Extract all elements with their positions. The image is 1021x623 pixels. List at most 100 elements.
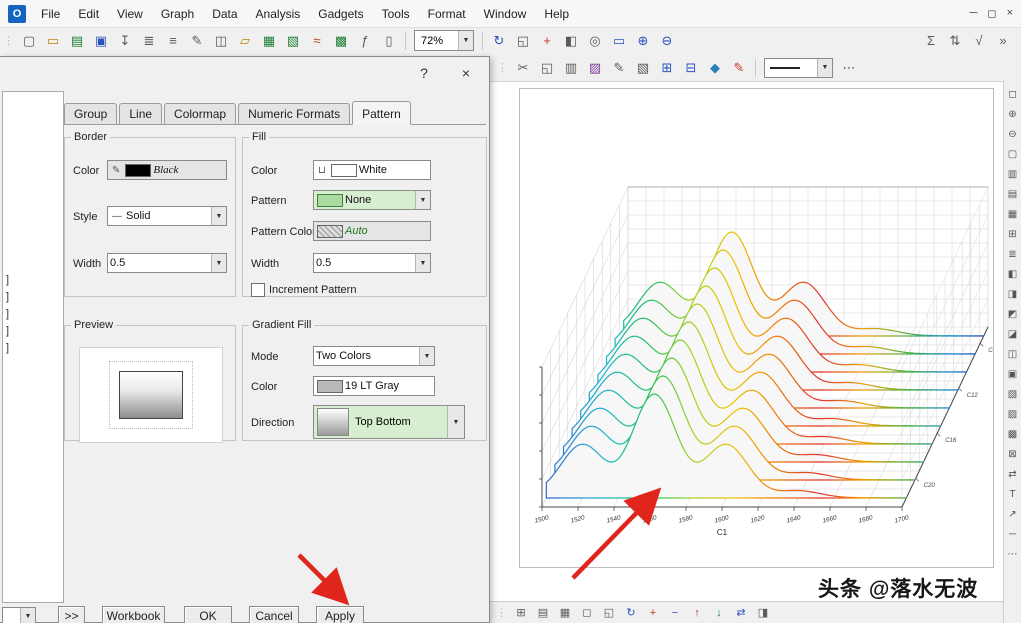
line-style-combo[interactable]: ▼ — [764, 57, 833, 78]
graph-page[interactable]: 1500 1520 1540 1560 1580 1600 1620 1640 1660 1680… — [519, 88, 994, 568]
fit-page-icon[interactable]: ◻ — [1004, 85, 1021, 103]
plot-type-combo[interactable]: ▼ — [2, 607, 36, 623]
sort-icon[interactable]: ⇅ — [944, 30, 966, 52]
tab-group[interactable]: Group — [64, 103, 118, 124]
new-layer-right-y-icon[interactable]: ◪ — [1004, 325, 1021, 343]
border-width-combo[interactable]: 0.5 ▼ — [107, 253, 227, 273]
fill-width-combo[interactable]: 0.5 ▼ — [313, 253, 431, 273]
new-function-icon[interactable]: ƒ — [354, 30, 376, 52]
menu-format[interactable]: Format — [419, 3, 475, 25]
layer-contents-icon[interactable]: ▤ — [533, 603, 553, 623]
gradient-mode-combo[interactable]: Two Colors ▼ — [313, 346, 435, 366]
reconstruct-legend-icon[interactable]: ▦ — [1004, 205, 1021, 223]
chevron-down-icon[interactable]: ▼ — [211, 254, 226, 272]
menu-window[interactable]: Window — [475, 3, 536, 25]
fill-pattern-combo[interactable]: None ▼ — [313, 190, 431, 210]
add-plot-icon[interactable]: + — [643, 603, 663, 623]
gradient-direction-combo[interactable]: Top Bottom ▼ — [313, 405, 465, 439]
zoom-level-combo[interactable]: 72% ▼ — [414, 30, 474, 51]
new-project-icon[interactable]: ▢ — [18, 30, 40, 52]
waterfall-chart[interactable]: 1500 1520 1540 1560 1580 1600 1620 1640 1660 1680… — [520, 89, 993, 567]
new-workbook-icon[interactable]: ▦ — [258, 30, 280, 52]
chevron-down-icon[interactable]: ▼ — [447, 406, 464, 438]
cut-icon[interactable]: ✂ — [512, 57, 534, 79]
chevron-down-icon[interactable]: ▼ — [817, 58, 832, 77]
menu-graph[interactable]: Graph — [152, 3, 203, 25]
pointer-tool-icon[interactable]: ◎ — [584, 30, 606, 52]
zoom-in-page-icon[interactable]: ⊕ — [1004, 105, 1021, 123]
menu-tools[interactable]: Tools — [373, 3, 419, 25]
date-time-stamp-icon[interactable]: ≣ — [1004, 245, 1021, 263]
add-color-scale-icon[interactable]: ▥ — [1004, 165, 1021, 183]
new-folder-icon[interactable]: ▱ — [234, 30, 256, 52]
group-icon[interactable]: ⊞ — [656, 57, 678, 79]
merge-graphs-icon[interactable]: ▩ — [1004, 425, 1021, 443]
copy-format-icon[interactable]: ✎ — [608, 57, 630, 79]
fill-color-combo[interactable]: ⊔ White — [313, 160, 431, 180]
new-matrix-icon[interactable]: ▩ — [330, 30, 352, 52]
tree-item[interactable]: ] — [6, 342, 9, 354]
import-ascii-icon[interactable]: ≣ — [138, 30, 160, 52]
new-layer-left-y-icon[interactable]: ◨ — [1004, 285, 1021, 303]
statistics-icon[interactable]: √ — [968, 30, 990, 52]
dialog-help-button[interactable]: ? — [413, 63, 435, 83]
chevron-down-icon[interactable]: ▼ — [211, 207, 226, 225]
apply-button[interactable]: Apply — [316, 606, 364, 623]
border-style-combo[interactable]: — Solid ▼ — [107, 206, 227, 226]
paste-format-icon[interactable]: ▧ — [632, 57, 654, 79]
menu-data[interactable]: Data — [203, 3, 246, 25]
save-project-icon[interactable]: ▣ — [90, 30, 112, 52]
region-select-icon[interactable]: ▭ — [608, 30, 630, 52]
chevron-down-icon[interactable]: ▼ — [415, 191, 430, 209]
add-inset-icon[interactable]: ◫ — [1004, 345, 1021, 363]
new-legend-icon[interactable]: ▤ — [1004, 185, 1021, 203]
arrow-tool-icon[interactable]: ↗ — [1004, 505, 1021, 523]
new-graph-icon[interactable]: ≈ — [306, 30, 328, 52]
copy-icon[interactable]: ◱ — [536, 57, 558, 79]
tab-pattern[interactable]: Pattern — [352, 101, 411, 125]
ok-button[interactable]: OK — [184, 606, 232, 623]
toolbar-grip[interactable]: ⋮ — [497, 61, 508, 74]
border-color-combo[interactable]: ✎ Black — [107, 160, 227, 180]
new-layer-icon[interactable]: ⊞ — [511, 603, 531, 623]
toolbar-grip[interactable]: ⋮ — [496, 606, 507, 619]
menu-file[interactable]: File — [32, 3, 69, 25]
expand-button[interactable]: >> — [58, 606, 85, 623]
zoom-out-page-icon[interactable]: ⊖ — [1004, 125, 1021, 143]
gradient-color-combo[interactable]: 19 LT Gray — [313, 376, 435, 396]
dialog-close-button[interactable]: × — [455, 63, 477, 83]
theme-gallery-icon[interactable]: ▨ — [584, 57, 606, 79]
chevron-down-icon[interactable]: ▼ — [415, 254, 430, 272]
new-excel-icon[interactable]: ▧ — [282, 30, 304, 52]
new-notes-icon[interactable]: ▯ — [378, 30, 400, 52]
restore-button[interactable]: ◻ — [987, 7, 996, 20]
menu-help[interactable]: Help — [535, 3, 578, 25]
exchange-xy-icon[interactable]: ⇄ — [1004, 465, 1021, 483]
whole-page-icon[interactable]: ▢ — [1004, 145, 1021, 163]
chevron-down-icon[interactable]: ▼ — [419, 347, 434, 365]
refresh-icon[interactable]: ↻ — [488, 30, 510, 52]
arrange-layers-icon[interactable]: ▦ — [555, 603, 575, 623]
menu-analysis[interactable]: Analysis — [247, 3, 310, 25]
duplicate-graph-icon[interactable]: ◱ — [599, 603, 619, 623]
print-icon[interactable]: ≡ — [162, 30, 184, 52]
tab-numeric-formats[interactable]: Numeric Formats — [238, 103, 351, 124]
mask-icon[interactable]: ◧ — [560, 30, 582, 52]
fill-pattern-color-combo[interactable]: Auto — [313, 221, 431, 241]
fill-color-icon[interactable]: ◆ — [704, 57, 726, 79]
menu-edit[interactable]: Edit — [69, 3, 108, 25]
snapshot-icon[interactable]: ◫ — [210, 30, 232, 52]
chevron-down-icon[interactable]: ▼ — [458, 31, 473, 50]
menu-gadgets[interactable]: Gadgets — [309, 3, 372, 25]
refresh-graph-icon[interactable]: ↻ — [621, 603, 641, 623]
new-layer-bottom-x-icon[interactable]: ◧ — [1004, 265, 1021, 283]
increment-pattern-checkbox[interactable] — [251, 283, 265, 297]
exchange-axes-icon[interactable]: ⇄ — [731, 603, 751, 623]
tree-item[interactable]: ] — [6, 308, 9, 320]
tree-item[interactable]: ] — [6, 325, 9, 337]
menu-view[interactable]: View — [108, 3, 152, 25]
new-layer-top-x-icon[interactable]: ◩ — [1004, 305, 1021, 323]
line-color-icon[interactable]: ✎ — [728, 57, 750, 79]
text-tool-icon[interactable]: T — [1004, 485, 1021, 503]
minimize-button[interactable]: ─ — [970, 7, 978, 20]
